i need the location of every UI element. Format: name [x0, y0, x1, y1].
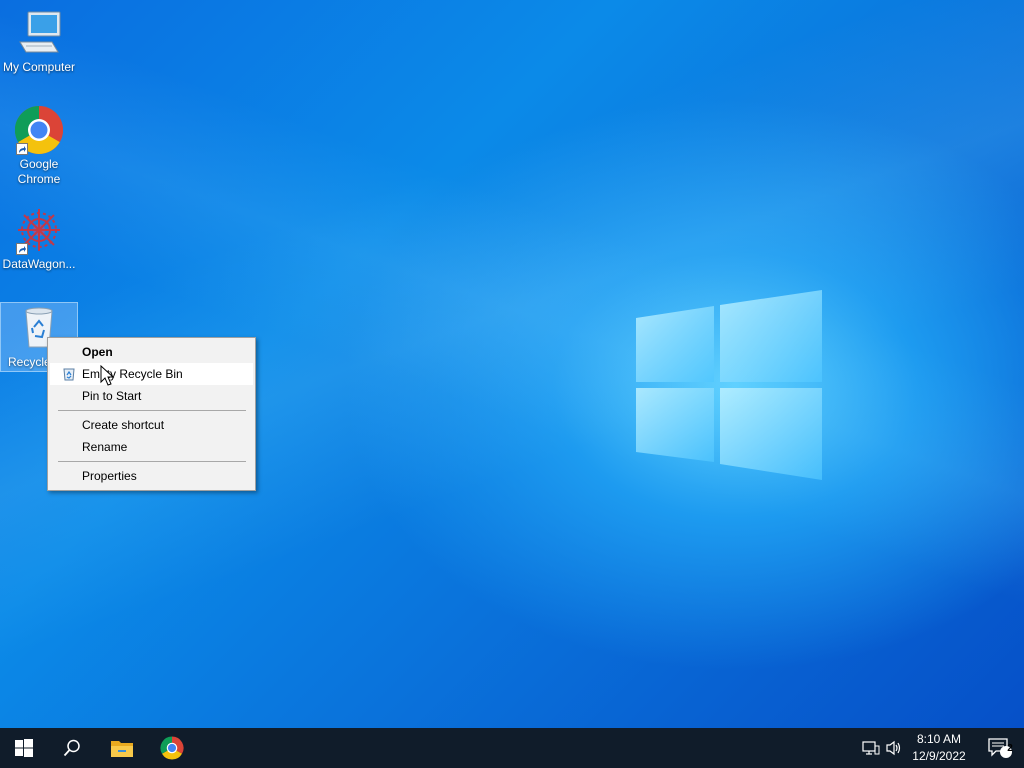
- context-menu: Open Empty Recycle Bin Pin to Start Crea…: [47, 337, 256, 491]
- desktop-icon-my-computer[interactable]: My Computer: [1, 8, 77, 75]
- menu-item-open[interactable]: Open: [50, 341, 253, 363]
- menu-item-pin-to-start[interactable]: Pin to Start: [50, 385, 253, 407]
- shortcut-arrow-icon: [16, 243, 28, 255]
- windows-logo-icon: [15, 739, 33, 757]
- search-button[interactable]: [48, 728, 96, 768]
- chrome-icon: [160, 736, 184, 760]
- mouse-cursor-icon: [100, 365, 115, 386]
- menu-separator: [58, 461, 246, 462]
- folder-icon: [111, 741, 133, 757]
- windows-wallpaper-logo: [636, 290, 822, 480]
- menu-item-label: Create shortcut: [82, 418, 165, 432]
- notification-count-badge: 2: [1007, 743, 1013, 754]
- menu-item-create-shortcut[interactable]: Create shortcut: [50, 414, 253, 436]
- shortcut-arrow-icon: [16, 143, 28, 155]
- menu-item-label: Empty Recycle Bin: [82, 367, 183, 381]
- clock-time: 8:10 AM: [916, 732, 962, 746]
- menu-separator: [58, 410, 246, 411]
- volume-tray-button[interactable]: [880, 728, 908, 768]
- volume-icon: [886, 740, 901, 756]
- menu-item-empty-recycle-bin[interactable]: Empty Recycle Bin: [50, 363, 253, 385]
- taskbar: 8:10 AM 12/9/2022 2: [0, 728, 1024, 768]
- desktop-icon-datawagon[interactable]: DataWagon...: [1, 205, 77, 272]
- desktop-icon-google-chrome[interactable]: Google Chrome: [1, 105, 77, 187]
- chrome-icon: [14, 105, 64, 155]
- file-explorer-button[interactable]: [98, 728, 146, 768]
- menu-item-label: Open: [82, 345, 113, 359]
- clock-date: 12/9/2022: [912, 749, 966, 763]
- chrome-taskbar-button[interactable]: [148, 728, 196, 768]
- desktop[interactable]: My Computer Google Chrome DataWagon... R…: [0, 0, 1024, 728]
- desktop-icon-label: Google Chrome: [17, 157, 61, 186]
- notification-center-button[interactable]: 2: [976, 728, 1024, 768]
- menu-item-label: Properties: [82, 469, 137, 483]
- search-icon: [63, 739, 80, 757]
- recycle-bin-small-icon: [63, 368, 75, 381]
- start-button[interactable]: [0, 728, 48, 768]
- desktop-icon-label: DataWagon...: [2, 257, 76, 271]
- desktop-icon-label: My Computer: [2, 60, 76, 74]
- menu-item-label: Rename: [82, 440, 128, 454]
- taskbar-clock[interactable]: 8:10 AM 12/9/2022: [908, 731, 970, 765]
- datawagon-icon: [14, 205, 64, 255]
- menu-item-label: Pin to Start: [82, 389, 142, 403]
- menu-item-rename[interactable]: Rename: [50, 436, 253, 458]
- network-icon: [862, 741, 880, 755]
- menu-item-properties[interactable]: Properties: [50, 465, 253, 487]
- computer-icon: [14, 8, 64, 58]
